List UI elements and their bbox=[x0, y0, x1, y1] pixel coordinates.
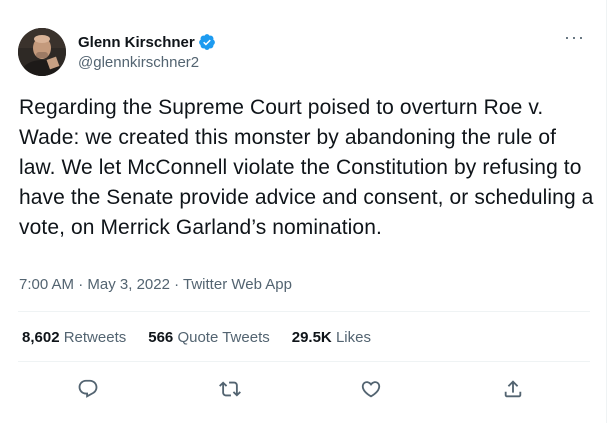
tweet-meta: 7:00 AM · May 3, 2022 · Twitter Web App bbox=[19, 276, 292, 293]
reply-icon bbox=[78, 379, 98, 398]
quote-tweets-stat[interactable]: 566 Quote Tweets bbox=[148, 329, 269, 346]
avatar[interactable] bbox=[18, 28, 66, 76]
tweet-header: Glenn Kirschner @glennkirschner2 ··· bbox=[18, 28, 590, 78]
quote-tweets-count: 566 bbox=[148, 329, 174, 346]
tweet-card: Glenn Kirschner @glennkirschner2 ··· Reg… bbox=[0, 0, 607, 423]
user-handle[interactable]: @glennkirschner2 bbox=[78, 54, 216, 71]
likes-stat[interactable]: 29.5K Likes bbox=[292, 329, 371, 346]
meta-separator: · bbox=[74, 276, 88, 293]
more-options-icon[interactable]: ··· bbox=[564, 28, 584, 50]
tweet-text: Regarding the Supreme Court poised to ov… bbox=[19, 96, 594, 239]
quote-tweets-label: Quote Tweets bbox=[177, 329, 270, 346]
display-name[interactable]: Glenn Kirschner bbox=[78, 34, 195, 51]
like-button[interactable] bbox=[354, 372, 388, 406]
meta-separator: · bbox=[169, 276, 184, 293]
divider bbox=[18, 361, 590, 362]
likes-count: 29.5K bbox=[291, 329, 332, 346]
avatar-photo bbox=[18, 28, 66, 76]
tweet-time[interactable]: 7:00 AM bbox=[19, 276, 74, 293]
retweets-stat[interactable]: 8,602 Retweets bbox=[22, 329, 126, 346]
engagement-stats: 8,602 Retweets 566 Quote Tweets 29.5K Li… bbox=[22, 329, 371, 346]
divider bbox=[18, 311, 590, 312]
share-icon bbox=[504, 380, 522, 398]
share-button[interactable] bbox=[496, 372, 530, 406]
reply-button[interactable] bbox=[71, 372, 105, 406]
likes-label: Likes bbox=[335, 329, 371, 346]
action-bar bbox=[18, 372, 590, 406]
author-info: Glenn Kirschner @glennkirschner2 bbox=[78, 32, 216, 71]
tweet-date[interactable]: May 3, 2022 bbox=[87, 276, 170, 293]
retweet-icon bbox=[219, 381, 241, 397]
like-icon bbox=[361, 381, 381, 398]
name-row: Glenn Kirschner bbox=[78, 32, 216, 52]
verified-badge-icon bbox=[198, 33, 216, 51]
retweets-label: Retweets bbox=[63, 329, 127, 346]
retweet-button[interactable] bbox=[213, 372, 247, 406]
tweet-source[interactable]: Twitter Web App bbox=[183, 276, 292, 293]
retweets-count: 8,602 bbox=[22, 329, 60, 346]
